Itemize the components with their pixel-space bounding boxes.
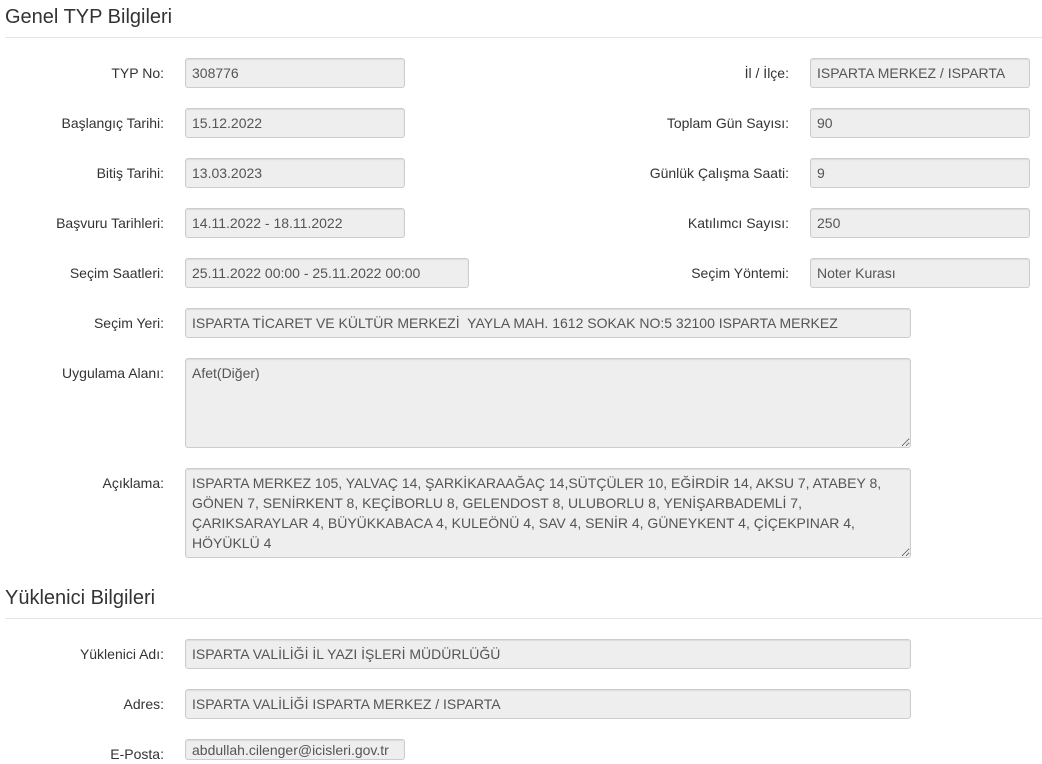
- section-title-genel: Genel TYP Bilgileri: [5, 6, 173, 28]
- katilimci-sayisi-field[interactable]: [810, 208, 1030, 238]
- baslangic-tarihi-label: Başlangıç Tarihi:: [61, 115, 164, 131]
- il-ilce-field[interactable]: [810, 58, 1030, 88]
- aciklama-field[interactable]: ISPARTA MERKEZ 105, YALVAÇ 14, ŞARKİKARA…: [185, 468, 911, 558]
- bitis-tarihi-field[interactable]: [185, 158, 405, 188]
- toplam-gun-label: Toplam Gün Sayısı:: [666, 115, 789, 131]
- uygulama-alani-field[interactable]: Afet(Diğer): [185, 358, 911, 448]
- eposta-label: E-Posta:: [110, 746, 164, 762]
- il-ilce-label: İl / İlçe:: [744, 65, 789, 81]
- secim-yeri-label: Seçim Yeri:: [93, 315, 164, 331]
- gunluk-saat-field[interactable]: [810, 158, 1030, 188]
- basvuru-tarihleri-field[interactable]: [185, 208, 405, 238]
- section-title-yuklenici: Yüklenici Bilgileri: [5, 587, 156, 609]
- toplam-gun-field[interactable]: [810, 108, 1030, 138]
- eposta-field[interactable]: [185, 739, 405, 760]
- secim-saatleri-field[interactable]: [185, 258, 469, 288]
- uygulama-alani-label: Uygulama Alanı:: [62, 365, 164, 381]
- bitis-tarihi-label: Bitiş Tarihi:: [96, 165, 164, 181]
- secim-yontemi-label: Seçim Yöntemi:: [691, 265, 789, 281]
- aciklama-label: Açıklama:: [102, 475, 164, 491]
- baslangic-tarihi-field[interactable]: [185, 108, 405, 138]
- secim-saatleri-label: Seçim Saatleri:: [69, 265, 164, 281]
- secim-yeri-field[interactable]: [185, 308, 911, 338]
- yuklenici-adi-field[interactable]: [185, 639, 911, 669]
- yuklenici-adi-label: Yüklenici Adı:: [79, 646, 164, 662]
- katilimci-sayisi-label: Katılımcı Sayısı:: [687, 215, 789, 231]
- typ-no-field[interactable]: [185, 58, 405, 88]
- section-divider: [5, 37, 1042, 38]
- typ-no-label: TYP No:: [111, 65, 164, 81]
- adres-label: Adres:: [123, 696, 164, 712]
- gunluk-saat-label: Günlük Çalışma Saati:: [649, 165, 789, 181]
- basvuru-tarihleri-label: Başvuru Tarihleri:: [56, 215, 164, 231]
- section-divider: [5, 618, 1042, 619]
- adres-field[interactable]: [185, 689, 911, 719]
- secim-yontemi-field[interactable]: [810, 258, 1030, 288]
